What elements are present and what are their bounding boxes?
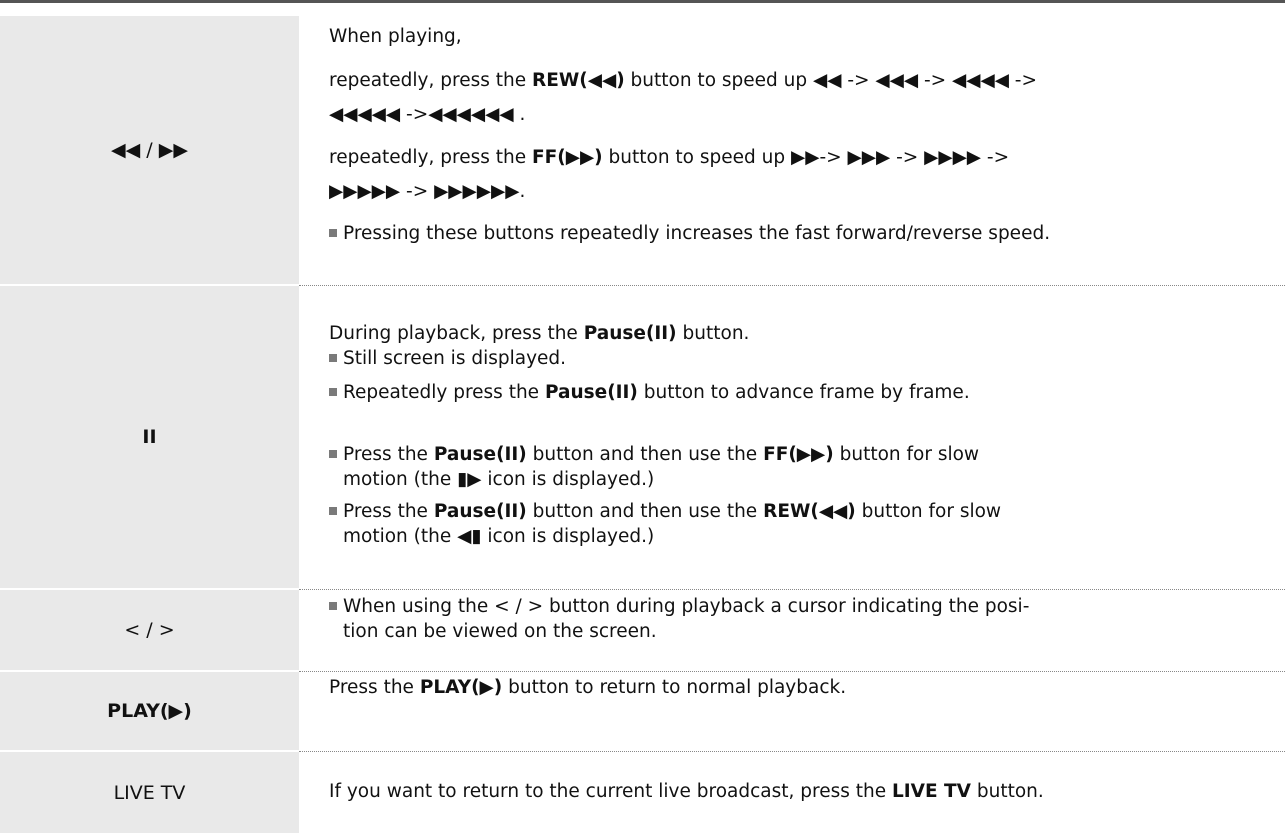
key-cell-rew-ff: ◀◀ / ▶▶ [0,16,299,284]
bullet-icon [329,229,337,237]
bullet-item: Press the Pause(II) button and then use … [329,501,1001,522]
bullet-item: Press the Pause(II) button and then use … [329,444,979,465]
bullet-icon [329,507,337,515]
table-row-play: PLAY(▶) Press the PLAY(▶) button to retu… [0,672,1285,750]
table-row-fast-forward-rewind: ◀◀ / ▶▶ When playing, repeatedly, press … [0,16,1285,284]
text-line: motion (the ▮▶ icon is displayed.) [343,469,655,490]
bullet-item: Pressing these buttons repeatedly increa… [329,223,1050,244]
text-line: During playback, press the Pause(II) but… [329,323,750,344]
text-line: ◀◀◀◀◀ ->◀◀◀◀◀◀ . [329,104,526,125]
text-line: tion can be viewed on the screen. [343,621,657,642]
key-cell-live-tv: LIVE TV [0,752,299,833]
text-line: When playing, [329,26,462,47]
bullet-icon [329,354,337,362]
bullet-icon [329,450,337,458]
key-cell-pause: II [0,286,299,588]
text-line: repeatedly, press the REW(◀◀) button to … [329,70,1037,91]
table-row-pause: II During playback, press the Pause(II) … [0,286,1285,588]
bullet-item: Repeatedly press the Pause(II) button to… [329,382,970,403]
text-line: repeatedly, press the FF(▶▶) button to s… [329,147,1010,168]
text-line: motion (the ◀▮ icon is displayed.) [343,526,655,547]
bullet-item: When using the < / > button during playb… [329,596,1029,617]
text-line: Press the PLAY(▶) button to return to no… [329,677,847,698]
bullet-item: Still screen is displayed. [329,348,566,369]
key-cell-cursor: < / > [0,590,299,670]
text-line: If you want to return to the current liv… [329,781,1044,802]
text-line: ▶▶▶▶▶ -> ▶▶▶▶▶▶. [329,181,526,202]
key-cell-play: PLAY(▶) [0,672,299,750]
table-row-cursor: < / > When using the < / > button during… [0,590,1285,670]
bullet-icon [329,388,337,396]
top-rule [0,0,1285,3]
table-row-live-tv: LIVE TV If you want to return to the cur… [0,752,1285,833]
bullet-icon [329,602,337,610]
